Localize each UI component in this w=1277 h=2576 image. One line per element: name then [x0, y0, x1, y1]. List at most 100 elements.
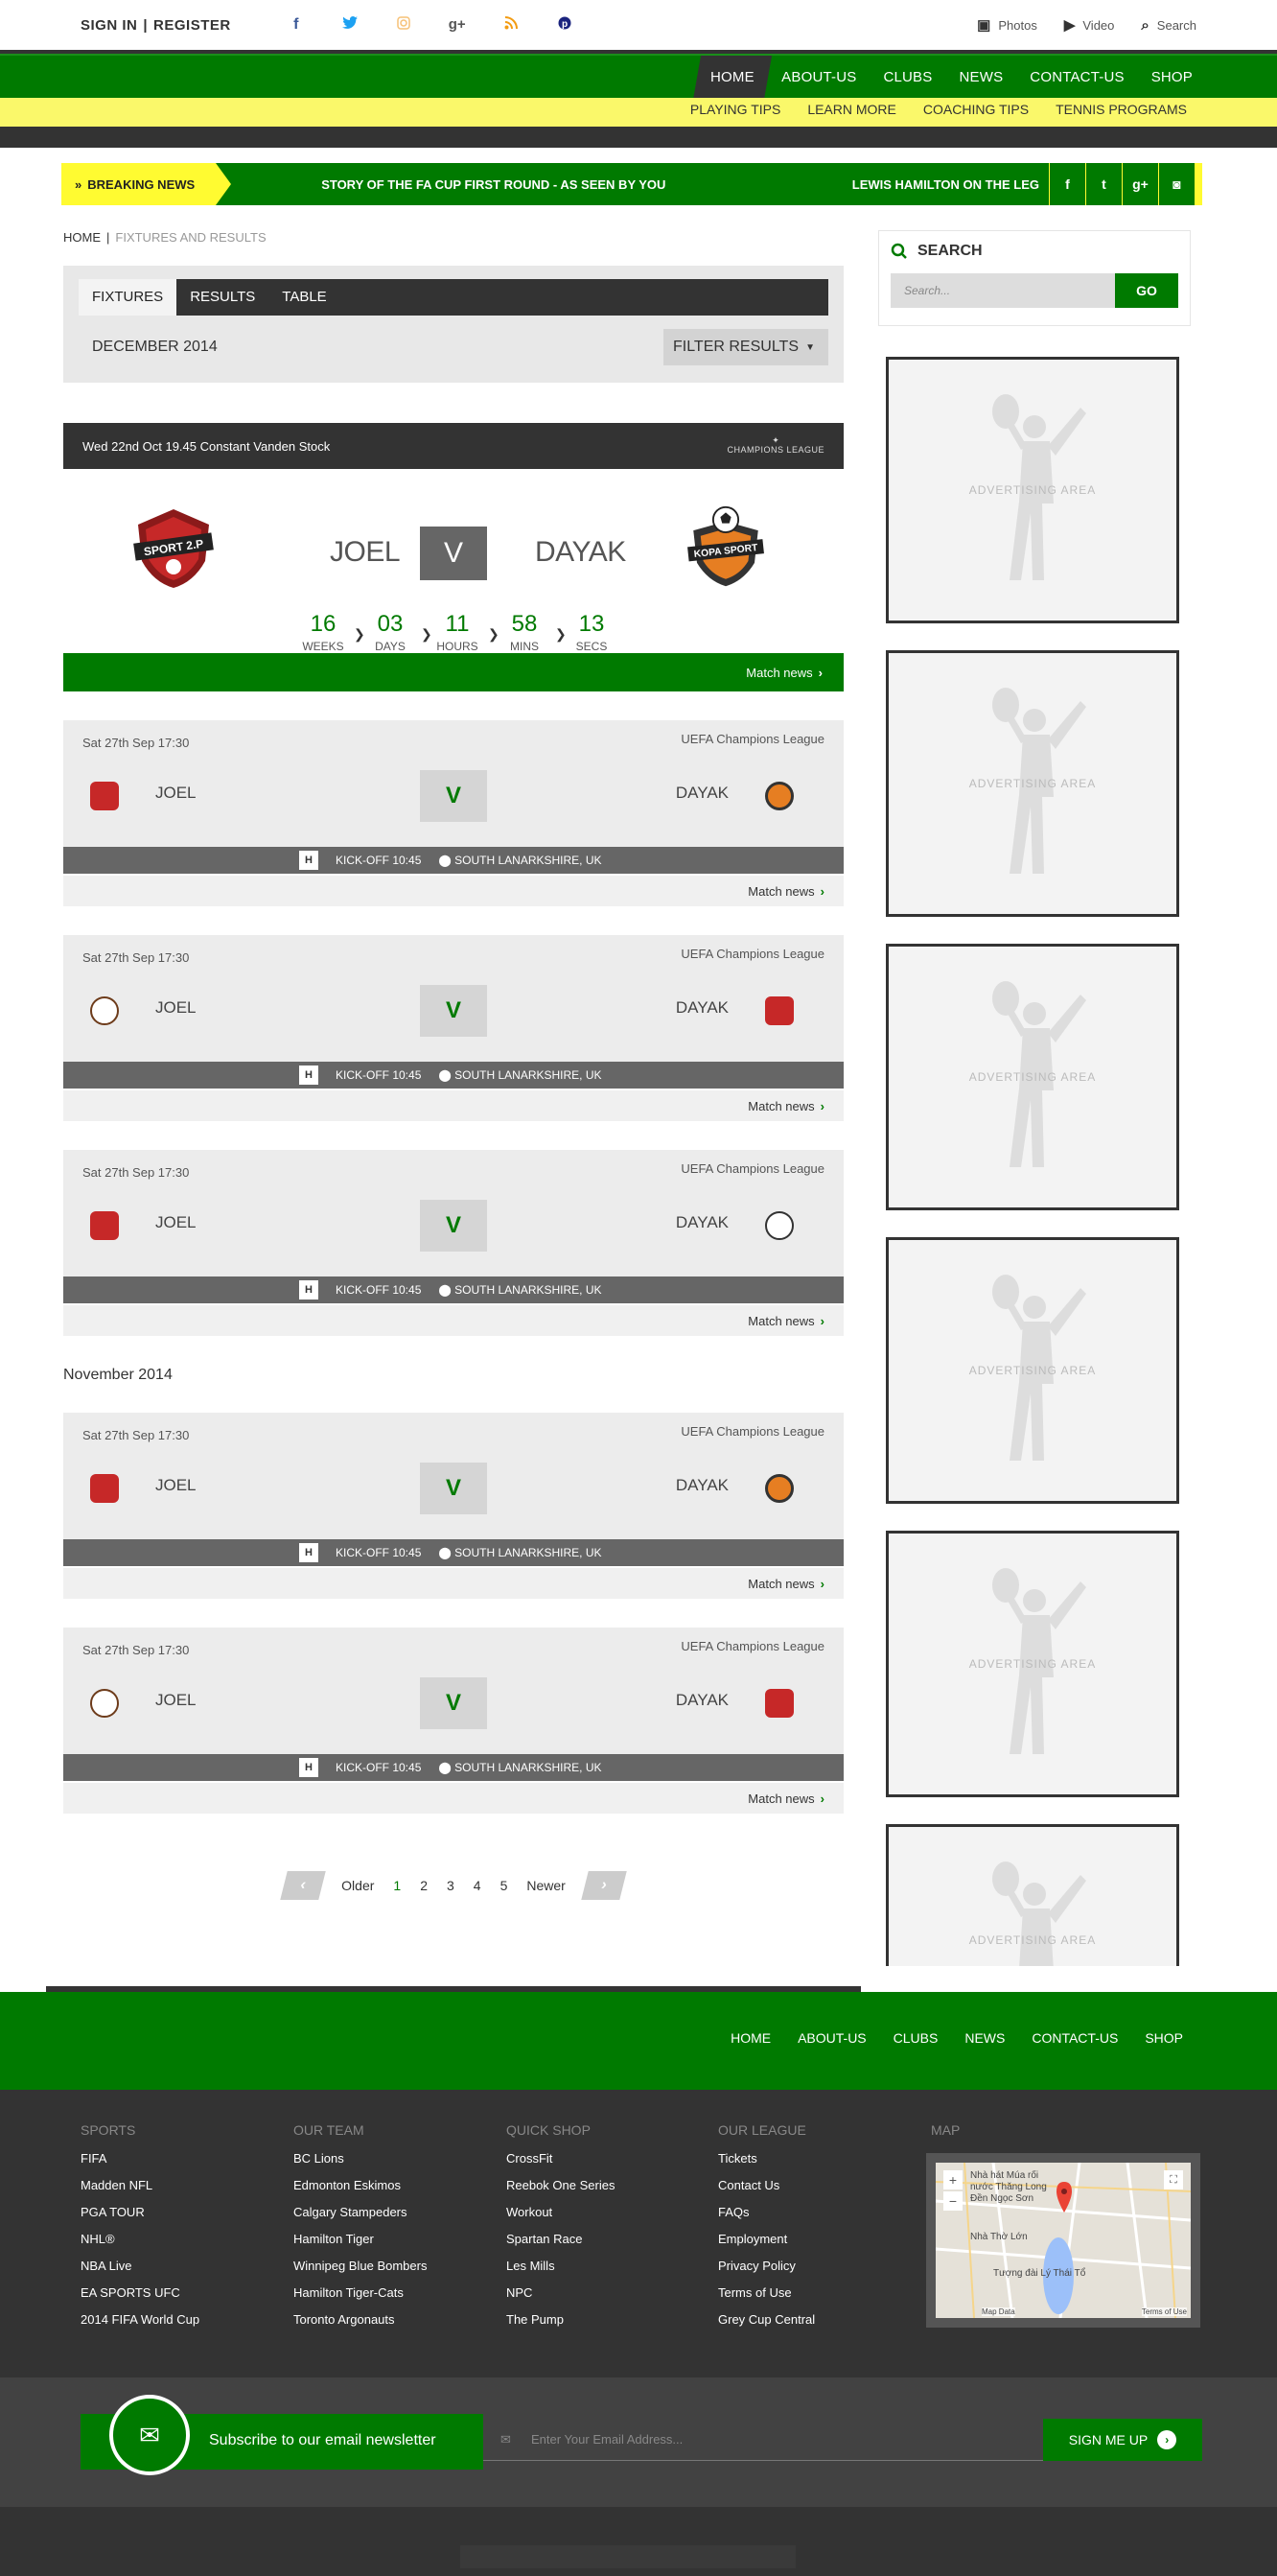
footer-link[interactable]: EA SPORTS UFC [81, 2285, 199, 2300]
subnav-playing-tips[interactable]: PLAYING TIPS [677, 98, 794, 121]
footer-link[interactable]: Edmonton Eskimos [293, 2178, 427, 2192]
footer-link[interactable]: CrossFit [506, 2151, 615, 2166]
breadcrumb-home[interactable]: HOME [63, 230, 101, 245]
footer-link[interactable]: BC Lions [293, 2151, 427, 2166]
google-plus-icon[interactable]: g+ [1122, 163, 1158, 205]
advertising-area[interactable]: ADVERTISING AREA [886, 1237, 1179, 1504]
newsletter-email-input[interactable]: ✉ Enter Your Email Address... [483, 2419, 1043, 2461]
footer-nav-home[interactable]: HOME [717, 2030, 784, 2046]
footer-link[interactable]: Privacy Policy [718, 2259, 815, 2273]
footer-nav-contact[interactable]: CONTACT-US [1018, 2030, 1131, 2046]
footer-link[interactable]: NHL® [81, 2232, 199, 2246]
footer-nav-shop[interactable]: SHOP [1131, 2030, 1196, 2046]
twitter-icon[interactable]: t [1085, 163, 1122, 205]
google-plus-icon[interactable]: g+ [430, 16, 484, 35]
map-zoom-out[interactable]: − [943, 2191, 963, 2211]
prev-page-button[interactable]: ‹ [280, 1871, 326, 1900]
facebook-icon[interactable]: f [269, 16, 323, 35]
featured-match-news-link[interactable]: Match news › [63, 653, 844, 691]
search-input[interactable]: Search... [891, 273, 1115, 308]
instagram-icon[interactable] [377, 15, 430, 35]
filter-results-dropdown[interactable]: FILTER RESULTS ▼ [663, 329, 828, 365]
advertising-area[interactable]: ADVERTISING AREA [886, 944, 1179, 1210]
footer-link[interactable]: PGA TOUR [81, 2205, 199, 2219]
subnav-tennis-programs[interactable]: TENNIS PROGRAMS [1042, 98, 1200, 121]
match-team-1[interactable]: JOEL [155, 1476, 197, 1495]
match-team-2[interactable]: DAYAK [676, 1691, 729, 1710]
search-go-button[interactable]: GO [1115, 273, 1178, 308]
sign-me-up-button[interactable]: SIGN ME UP › [1043, 2419, 1202, 2461]
footer-nav-news[interactable]: NEWS [951, 2030, 1018, 2046]
map-terms-link[interactable]: Terms of Use [1141, 2307, 1187, 2316]
page-3[interactable]: 3 [447, 1878, 454, 1893]
footer-link[interactable]: Tickets [718, 2151, 815, 2166]
footer-link[interactable]: Reebok One Series [506, 2178, 615, 2192]
footer-link[interactable]: Hamilton Tiger-Cats [293, 2285, 427, 2300]
map-view[interactable]: + − ⛶ Nhà hát Múa rối nước Thăng Long Đề… [936, 2163, 1191, 2318]
footer-link[interactable]: NPC [506, 2285, 615, 2300]
instagram-icon[interactable]: ◙ [1158, 163, 1195, 205]
match-team-1[interactable]: JOEL [155, 998, 197, 1018]
footer-link[interactable]: Grey Cup Central [718, 2312, 815, 2327]
nav-item-about[interactable]: ABOUT-US [768, 56, 870, 100]
nav-item-contact[interactable]: CONTACT-US [1016, 56, 1137, 100]
newer-link[interactable]: Newer [526, 1878, 565, 1893]
footer-link[interactable]: Toronto Argonauts [293, 2312, 427, 2327]
footer-link[interactable]: FIFA [81, 2151, 199, 2166]
footer-link[interactable]: Les Mills [506, 2259, 615, 2273]
advertising-area[interactable]: ADVERTISING AREA [886, 357, 1179, 623]
match-team-1[interactable]: JOEL [155, 1691, 197, 1710]
match-news-link[interactable]: Match news › [63, 876, 844, 906]
match-news-link[interactable]: Match news › [63, 1568, 844, 1599]
footer-link[interactable]: 2014 FIFA World Cup [81, 2312, 199, 2327]
footer-map[interactable]: + − ⛶ Nhà hát Múa rối nước Thăng Long Đề… [926, 2153, 1200, 2328]
footer-link[interactable]: NBA Live [81, 2259, 199, 2273]
footer-link[interactable]: Contact Us [718, 2178, 815, 2192]
footer-link[interactable]: Madden NFL [81, 2178, 199, 2192]
page-1[interactable]: 1 [393, 1878, 401, 1893]
match-team-2[interactable]: DAYAK [676, 784, 729, 803]
page-4[interactable]: 4 [474, 1878, 481, 1893]
footer-link[interactable]: Workout [506, 2205, 615, 2219]
match-team-2[interactable]: DAYAK [676, 998, 729, 1018]
advertising-area[interactable]: ADVERTISING AREA [886, 1824, 1179, 1966]
twitter-icon[interactable] [323, 15, 377, 35]
nav-item-home[interactable]: HOME [693, 56, 773, 100]
footer-link[interactable]: Winnipeg Blue Bombers [293, 2259, 427, 2273]
footer-link[interactable]: Spartan Race [506, 2232, 615, 2246]
tab-table[interactable]: TABLE [268, 279, 339, 316]
advertising-area[interactable]: ADVERTISING AREA [886, 1531, 1179, 1797]
breaking-headline-2[interactable]: LEWIS HAMILTON ON THE LEG [852, 177, 1039, 192]
map-zoom-in[interactable]: + [943, 2170, 963, 2190]
footer-link[interactable]: FAQs [718, 2205, 815, 2219]
match-news-link[interactable]: Match news › [63, 1305, 844, 1336]
match-news-link[interactable]: Match news › [63, 1783, 844, 1814]
nav-item-news[interactable]: NEWS [945, 56, 1016, 100]
page-5[interactable]: 5 [500, 1878, 508, 1893]
footer-link[interactable]: Hamilton Tiger [293, 2232, 427, 2246]
footer-link[interactable]: The Pump [506, 2312, 615, 2327]
match-news-link[interactable]: Match news › [63, 1090, 844, 1121]
advertising-area[interactable]: ADVERTISING AREA [886, 650, 1179, 917]
match-team-1[interactable]: JOEL [155, 1213, 197, 1232]
pinterest-icon[interactable]: p [538, 16, 592, 35]
footer-link[interactable]: Terms of Use [718, 2285, 815, 2300]
match-team-2[interactable]: DAYAK [676, 1476, 729, 1495]
subnav-coaching-tips[interactable]: COACHING TIPS [910, 98, 1042, 121]
footer-nav-about[interactable]: ABOUT-US [784, 2030, 880, 2046]
footer-link[interactable]: Calgary Stampeders [293, 2205, 427, 2219]
subnav-learn-more[interactable]: LEARN MORE [794, 98, 910, 121]
nav-item-clubs[interactable]: CLUBS [870, 56, 945, 100]
rss-icon[interactable] [484, 15, 538, 35]
tab-results[interactable]: RESULTS [176, 279, 268, 316]
footer-nav-clubs[interactable]: CLUBS [880, 2030, 952, 2046]
match-team-1[interactable]: JOEL [155, 784, 197, 803]
search-link[interactable]: ⌕ Search [1141, 17, 1196, 34]
next-page-button[interactable]: › [581, 1871, 627, 1900]
page-2[interactable]: 2 [420, 1878, 428, 1893]
match-team-2[interactable]: DAYAK [676, 1213, 729, 1232]
breaking-headline-1[interactable]: STORY OF THE FA CUP FIRST ROUND - AS SEE… [321, 177, 665, 192]
register-link[interactable]: REGISTER [153, 17, 231, 34]
nav-item-shop[interactable]: SHOP [1138, 56, 1206, 100]
video-link[interactable]: ▶ Video [1064, 16, 1115, 34]
